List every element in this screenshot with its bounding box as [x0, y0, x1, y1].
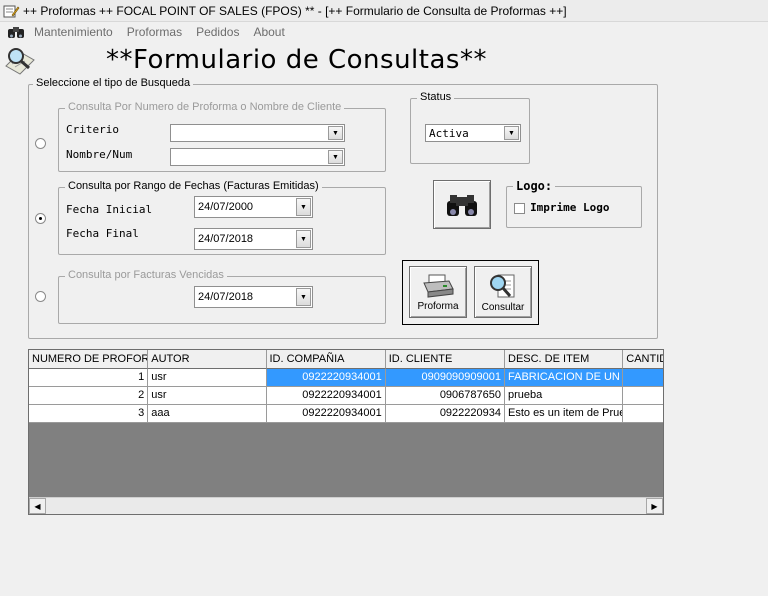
menu-proformas[interactable]: Proformas: [127, 25, 182, 39]
table-cell[interactable]: usr: [148, 387, 267, 405]
table-cell[interactable]: usr: [148, 369, 267, 387]
table-cell[interactable]: 3: [29, 405, 149, 423]
search-type-legend: Seleccione el tipo de Busqueda: [33, 77, 194, 89]
title-bar: ++ Proformas ++ FOCAL POINT OF SALES (FP…: [0, 0, 768, 22]
nombre-combo[interactable]: ▼: [170, 148, 345, 166]
by-overdue-legend: Consulta por Facturas Vencidas: [65, 269, 227, 281]
magnifier-document-icon: [5, 48, 35, 75]
by-date-legend: Consulta por Rango de Fechas (Facturas E…: [65, 180, 322, 192]
proforma-button[interactable]: Proforma: [409, 266, 467, 318]
table-row[interactable]: 1 usr 0922220934001 0909090909001 FABRIC…: [29, 369, 663, 387]
results-grid[interactable]: NUMERO DE PROFORMA AUTOR ID. COMPAÑIA ID…: [28, 349, 664, 515]
chevron-down-icon[interactable]: ▼: [328, 126, 343, 140]
consultar-label: Consultar: [481, 301, 525, 313]
status-combo[interactable]: Activa ▼: [425, 124, 521, 142]
logo-legend: Logo:: [513, 179, 556, 193]
proforma-label: Proforma: [417, 300, 459, 312]
fecha-final-label: Fecha Final: [66, 227, 139, 240]
chevron-down-icon[interactable]: ▼: [504, 126, 519, 140]
consultar-button[interactable]: Consultar: [474, 266, 532, 318]
col-header-id-cliente[interactable]: ID. CLIENTE: [385, 350, 505, 369]
binoculars-icon: [447, 194, 477, 216]
window-title: ++ Proformas ++ FOCAL POINT OF SALES (FP…: [23, 3, 567, 18]
menu-about[interactable]: About: [253, 25, 284, 39]
col-header-id-compania[interactable]: ID. COMPAÑIA: [266, 350, 386, 369]
fecha-final-value: 24/07/2018: [198, 233, 254, 245]
imprime-logo-checkbox[interactable]: Imprime Logo: [514, 201, 610, 214]
app-icon: [3, 5, 20, 17]
menu-pedidos[interactable]: Pedidos: [196, 25, 239, 39]
imprime-logo-label: Imprime Logo: [530, 201, 610, 214]
chevron-down-icon[interactable]: ▼: [296, 230, 311, 248]
radio-by-date[interactable]: [35, 213, 46, 224]
criterio-combo[interactable]: ▼: [170, 124, 345, 142]
menu-bar: Mantenimiento Proformas Pedidos About: [0, 22, 768, 42]
table-cell[interactable]: [623, 405, 663, 423]
chevron-down-icon[interactable]: ▼: [328, 150, 343, 164]
fecha-inicial-value: 24/07/2000: [198, 201, 254, 213]
scroll-right-icon[interactable]: ▶: [646, 498, 663, 514]
table-cell[interactable]: Esto es un item de Prueba: [505, 405, 624, 423]
search-button[interactable]: [433, 180, 491, 229]
fecha-final-picker[interactable]: 24/07/2018 ▼: [194, 228, 313, 250]
status-legend: Status: [417, 91, 455, 103]
col-header-cantidad[interactable]: CANTIDAD: [623, 350, 663, 369]
magnifier-document-icon: [490, 274, 515, 297]
table-cell[interactable]: [623, 387, 663, 405]
checkbox-box[interactable]: [514, 202, 525, 214]
scroll-left-icon[interactable]: ◀: [29, 498, 46, 514]
table-cell[interactable]: [623, 369, 663, 387]
col-header-numero[interactable]: NUMERO DE PROFORMA: [29, 350, 149, 369]
fecha-inicial-picker[interactable]: 24/07/2000 ▼: [194, 196, 313, 218]
col-header-desc-item[interactable]: DESC. DE ITEM: [505, 350, 624, 369]
table-cell[interactable]: 0909090909001: [385, 369, 505, 387]
col-header-autor[interactable]: AUTOR: [148, 350, 267, 369]
table-cell[interactable]: 0922220934001: [266, 387, 386, 405]
table-cell[interactable]: 0922220934: [385, 405, 505, 423]
printer-icon: [423, 274, 454, 298]
overdue-date-picker[interactable]: 24/07/2018 ▼: [194, 286, 313, 308]
grid-header: NUMERO DE PROFORMA AUTOR ID. COMPAÑIA ID…: [29, 350, 663, 369]
chevron-down-icon[interactable]: ▼: [296, 288, 311, 306]
binoculars-icon[interactable]: [6, 24, 28, 40]
by-number-legend: Consulta Por Numero de Proforma o Nombre…: [65, 101, 345, 113]
table-row[interactable]: 3 aaa 0922220934001 0922220934 Esto es u…: [29, 405, 663, 423]
table-cell[interactable]: aaa: [148, 405, 267, 423]
horizontal-scrollbar[interactable]: ◀ ▶: [29, 497, 663, 514]
table-cell[interactable]: 0906787650: [385, 387, 505, 405]
table-cell[interactable]: 2: [29, 387, 149, 405]
table-cell[interactable]: prueba: [505, 387, 624, 405]
table-cell[interactable]: FABRICACION DE UN: [505, 369, 624, 387]
status-value: Activa: [429, 126, 469, 140]
table-cell[interactable]: 0922220934001: [266, 369, 386, 387]
form-heading: **Formulario de Consultas**: [106, 45, 487, 75]
table-cell[interactable]: 0922220934001: [266, 405, 386, 423]
table-cell[interactable]: 1: [29, 369, 149, 387]
overdue-date-value: 24/07/2018: [198, 291, 254, 303]
nombre-label: Nombre/Num: [66, 148, 133, 161]
radio-by-overdue[interactable]: [35, 291, 46, 302]
menu-mantenimiento[interactable]: Mantenimiento: [34, 25, 113, 39]
fecha-inicial-label: Fecha Inicial: [66, 203, 153, 216]
criterio-label: Criterio: [66, 123, 119, 136]
table-row[interactable]: 2 usr 0922220934001 0906787650 prueba: [29, 387, 663, 405]
chevron-down-icon[interactable]: ▼: [296, 198, 311, 216]
radio-by-number[interactable]: [35, 138, 46, 149]
